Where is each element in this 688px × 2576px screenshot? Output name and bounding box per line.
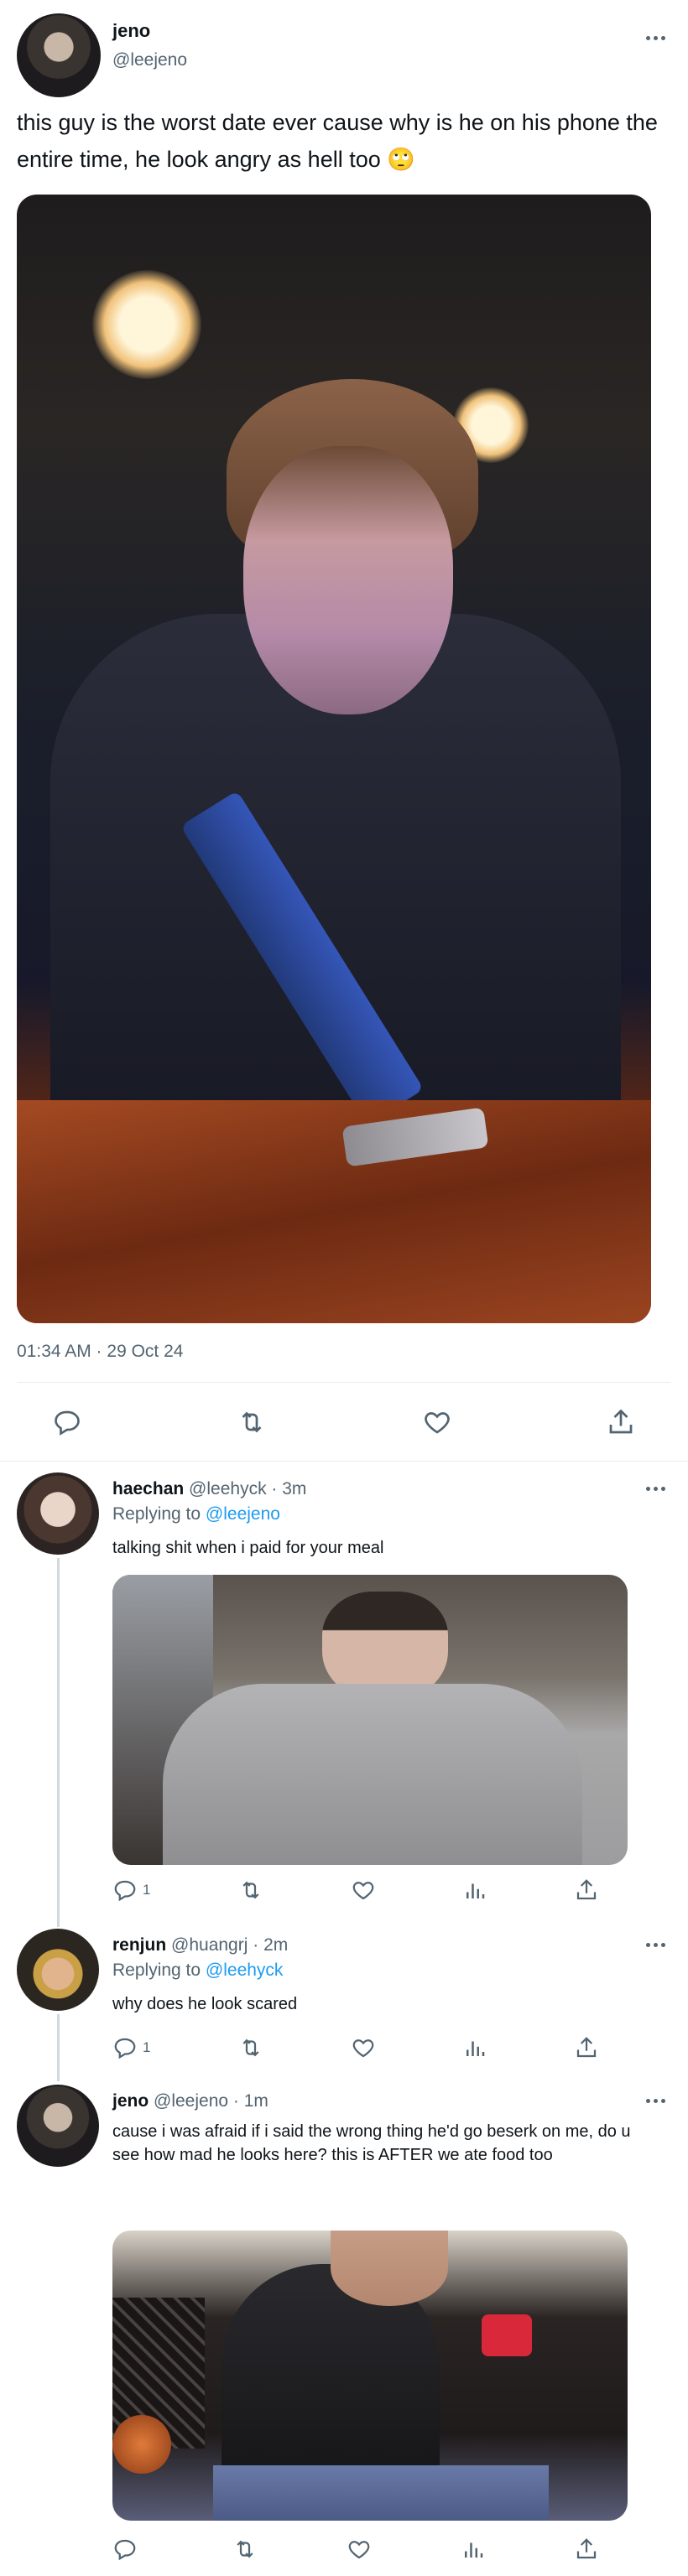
reply-icon: [114, 2038, 136, 2059]
analytics-icon: [466, 2041, 485, 2056]
share-icon: [609, 1409, 633, 1434]
retweet-icon: [236, 2540, 253, 2558]
thread-line: [57, 1558, 60, 1927]
more-options-icon[interactable]: [643, 1484, 668, 1493]
reply-display-name[interactable]: haechan: [112, 1479, 184, 1498]
reply-display-name[interactable]: jeno: [112, 2091, 149, 2111]
reply-separator: ·: [253, 1935, 264, 1955]
photo-table: [17, 1100, 651, 1323]
reply-button[interactable]: 1: [112, 2035, 150, 2060]
retweet-icon: [242, 1411, 262, 1433]
more-options-icon[interactable]: [643, 34, 668, 42]
analytics-icon: [466, 1883, 485, 1898]
share-icon: [576, 2538, 597, 2559]
like-icon: [352, 1882, 374, 1900]
retweet-icon: [242, 2038, 259, 2057]
reply-separator: ·: [271, 1479, 283, 1498]
main-tweet-header: jeno @leejeno: [0, 0, 688, 101]
like-button[interactable]: [347, 2537, 372, 2562]
analytics-icon: [464, 2542, 482, 2558]
reply-icon: [114, 2539, 136, 2561]
retweet-button[interactable]: [232, 2537, 258, 2562]
retweet-icon: [242, 1881, 259, 1899]
reply-icon: [114, 1880, 136, 1902]
photo-person-face: [331, 2231, 448, 2306]
more-options-icon[interactable]: [643, 1940, 668, 1949]
main-tweet-text: this guy is the worst date ever cause wh…: [17, 110, 658, 172]
photo-jeans: [213, 2465, 549, 2521]
reply-count: 1: [143, 1882, 151, 1898]
main-tweet-display-name[interactable]: jeno: [112, 20, 150, 42]
retweet-button[interactable]: [237, 2035, 264, 2060]
reply-handle[interactable]: @leehyck: [189, 1479, 267, 1498]
replying-to-line: Replying to @leehyck: [112, 1961, 283, 1981]
reply-avatar[interactable]: [17, 1472, 99, 1555]
main-tweet-timestamp[interactable]: 01:34 AM · 29 Oct 24: [17, 1342, 183, 1362]
reply-text: talking shit when i paid for your meal: [112, 1539, 384, 1557]
share-icon: [576, 2037, 597, 2058]
reply-text: why does he look scared: [112, 1995, 298, 2013]
reply-button[interactable]: 1: [112, 1877, 150, 1903]
share-icon: [576, 1879, 597, 1900]
replying-to-line: Replying to @leejeno: [112, 1504, 280, 1524]
reply-actions: 1: [112, 1875, 599, 1905]
reply-header: haechan @leehyck · 3m: [112, 1479, 306, 1499]
reply-handle[interactable]: @leejeno: [154, 2091, 228, 2111]
reply-actions: 1: [112, 2033, 599, 2063]
reply-avatar[interactable]: [17, 1929, 99, 2011]
reply-button[interactable]: [52, 1407, 82, 1437]
reply-time[interactable]: 2m: [263, 1935, 288, 1955]
replying-to-label: Replying to: [112, 1504, 201, 1524]
share-button[interactable]: [574, 2035, 599, 2060]
reply-text: cause i was afraid if i said the wrong t…: [112, 2122, 631, 2164]
reply-separator: ·: [232, 2091, 244, 2111]
reply-time[interactable]: 3m: [282, 1479, 306, 1498]
photo-person-hoodie: [163, 1684, 582, 1865]
photo-lamp-left: [92, 270, 201, 379]
photo-person-face: [243, 446, 453, 714]
replying-to-label: Replying to: [112, 1961, 201, 1980]
reply-handle[interactable]: @huangrj: [171, 1935, 248, 1955]
reply-icon: [55, 1410, 80, 1436]
reply-header: renjun @huangrj · 2m: [112, 1935, 288, 1955]
reply-actions: [112, 2534, 599, 2564]
photo-phone: [482, 2314, 532, 2356]
reply-display-name[interactable]: renjun: [112, 1935, 166, 1955]
like-icon: [352, 2039, 374, 2058]
analytics-button[interactable]: [462, 2035, 487, 2060]
more-options-icon[interactable]: [643, 2096, 668, 2105]
like-icon: [424, 1412, 450, 1434]
share-button[interactable]: [574, 1877, 599, 1903]
like-button[interactable]: [351, 2035, 376, 2060]
thread-line: [57, 2014, 60, 2081]
main-tweet-avatar[interactable]: [17, 13, 101, 97]
reply-button[interactable]: [112, 2537, 143, 2562]
reply-photo[interactable]: [112, 2231, 628, 2521]
analytics-button[interactable]: [461, 2537, 486, 2562]
reply-photo[interactable]: [112, 1575, 628, 1865]
analytics-button[interactable]: [462, 1877, 487, 1903]
retweet-button[interactable]: [237, 1877, 264, 1903]
like-icon: [348, 2541, 370, 2559]
main-tweet-actions: [52, 1405, 636, 1439]
divider: [0, 1461, 688, 1462]
reply-time[interactable]: 1m: [244, 2091, 268, 2111]
like-button[interactable]: [351, 1877, 376, 1903]
replying-to-handle[interactable]: @leejeno: [206, 1504, 280, 1524]
like-button[interactable]: [422, 1407, 452, 1437]
replying-to-handle[interactable]: @leehyck: [206, 1961, 284, 1980]
retweet-button[interactable]: [236, 1407, 268, 1437]
photo-basketball: [112, 2415, 171, 2474]
reply-header: jeno @leejeno · 1m: [112, 2091, 268, 2111]
share-button[interactable]: [606, 1407, 636, 1437]
share-button[interactable]: [574, 2537, 599, 2562]
reply-avatar[interactable]: [17, 2085, 99, 2167]
reply-count: 1: [143, 2039, 151, 2055]
main-tweet-photo[interactable]: [17, 195, 651, 1323]
main-tweet-handle[interactable]: @leejeno: [112, 50, 187, 70]
divider: [17, 1382, 671, 1383]
